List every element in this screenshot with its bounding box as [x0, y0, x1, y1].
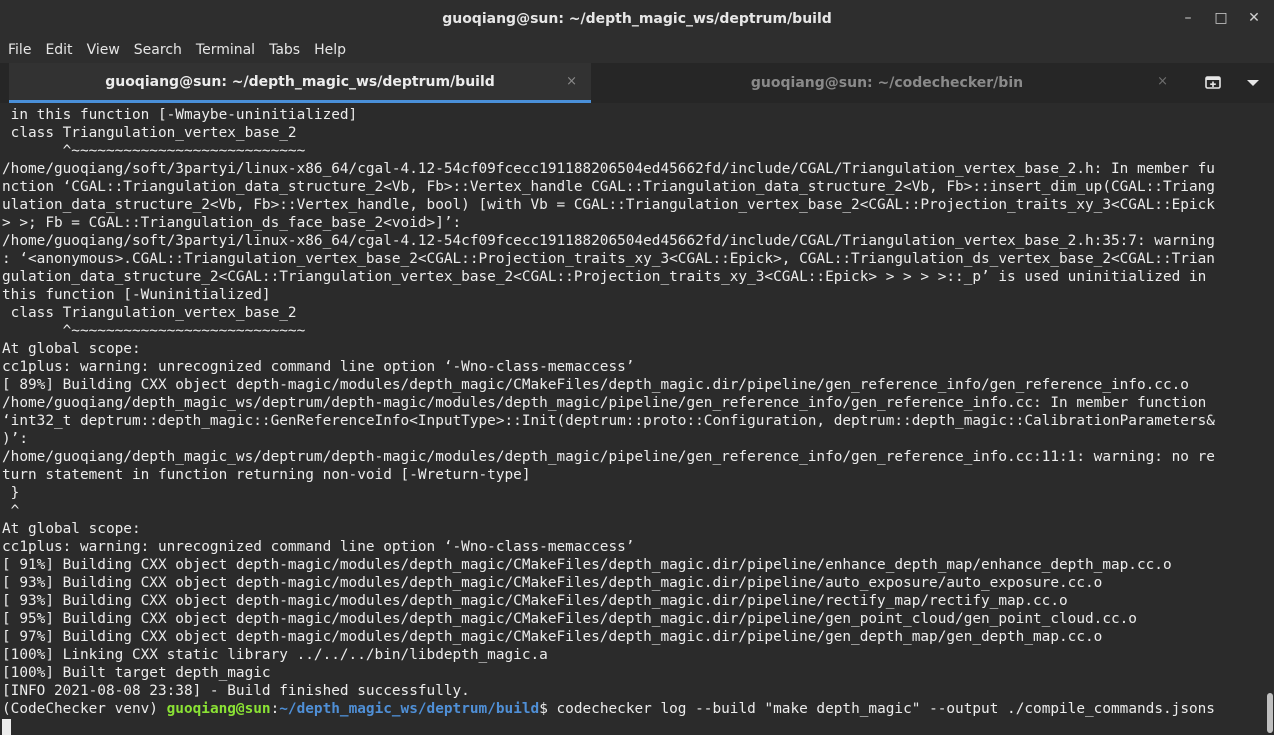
tab-bar: guoqiang@sun: ~/depth_magic_ws/deptrum/b… — [0, 63, 1274, 103]
terminal-line: turn statement in function returning non… — [2, 467, 531, 483]
terminal-line: At global scope: — [2, 341, 141, 357]
terminal-line: ^~~~~~~~~~~~~~~~~~~~~~~~~~~~ — [2, 323, 306, 339]
new-tab-icon — [1205, 76, 1221, 89]
new-tab-button[interactable] — [1200, 71, 1226, 95]
terminal-line: : ‘<anonymous>.CGAL::Triangulation_verte… — [2, 251, 1215, 267]
terminal-line: this function [-Wuninitialized] — [2, 287, 271, 303]
terminal-line: class Triangulation_vertex_base_2 — [2, 125, 297, 141]
menu-view[interactable]: View — [80, 42, 127, 58]
title-bar: guoqiang@sun: ~/depth_magic_ws/deptrum/b… — [0, 0, 1274, 37]
terminal-line: [100%] Built target depth_magic — [2, 665, 271, 681]
prompt-dollar: $ — [539, 701, 557, 717]
window-title: guoqiang@sun: ~/depth_magic_ws/deptrum/b… — [442, 10, 832, 27]
terminal-line: [ 93%] Building CXX object depth-magic/m… — [2, 593, 1068, 609]
terminal-line: [ 97%] Building CXX object depth-magic/m… — [2, 629, 1103, 645]
menu-bar: File Edit View Search Terminal Tabs Help — [0, 37, 1274, 63]
terminal-line: [ 95%] Building CXX object depth-magic/m… — [2, 611, 1137, 627]
menu-terminal[interactable]: Terminal — [189, 42, 262, 58]
scrollbar-thumb[interactable] — [1267, 693, 1273, 733]
terminal-line: ^~~~~~~~~~~~~~~~~~~~~~~~~~~~ — [2, 143, 306, 159]
terminal-line: /home/guoqiang/soft/3partyi/linux-x86_64… — [2, 161, 1215, 177]
tab-close-icon[interactable]: × — [1157, 74, 1168, 89]
prompt-path: ~/depth_magic_ws/deptrum/build — [279, 701, 540, 717]
terminal-line: cc1plus: warning: unrecognized command l… — [2, 359, 635, 375]
close-button[interactable]: ✕ — [1242, 6, 1266, 30]
menu-help[interactable]: Help — [307, 42, 353, 58]
menu-edit[interactable]: Edit — [38, 42, 79, 58]
prompt-command: codechecker log --build "make depth_magi… — [556, 701, 1215, 717]
terminal-line: [ 89%] Building CXX object depth-magic/m… — [2, 377, 1189, 393]
terminal-line: ulation_data_structure_2<Vb, Fb>::Vertex… — [2, 197, 1215, 213]
prompt-user: guoqiang@sun — [166, 701, 271, 717]
terminal-line: cc1plus: warning: unrecognized command l… — [2, 539, 635, 555]
terminal-line: [INFO 2021-08-08 23:38] - Build finished… — [2, 683, 470, 699]
tab-close-icon[interactable]: × — [566, 74, 577, 89]
terminal-line: > >; Fb = CGAL::Triangulation_ds_face_ba… — [2, 215, 462, 231]
tab-codechecker[interactable]: guoqiang@sun: ~/codechecker/bin × — [592, 63, 1182, 103]
tab-menu-button[interactable] — [1240, 71, 1266, 95]
menu-tabs[interactable]: Tabs — [262, 42, 307, 58]
terminal-output[interactable]: in this function [-Wmaybe-uninitialized]… — [0, 103, 1266, 735]
prompt-separator: : — [270, 701, 280, 717]
menu-search[interactable]: Search — [127, 42, 189, 58]
terminal-line: [100%] Linking CXX static library ../../… — [2, 647, 548, 663]
terminal-line: gulation_data_structure_2<CGAL::Triangul… — [2, 269, 1207, 285]
terminal-line: in this function [-Wmaybe-uninitialized] — [2, 107, 358, 123]
input-line[interactable] — [2, 718, 1266, 735]
terminal-line: [ 91%] Building CXX object depth-magic/m… — [2, 557, 1172, 573]
terminal-line: ^ — [2, 503, 20, 519]
prompt-venv: (CodeChecker venv) — [2, 701, 167, 717]
prompt-line: (CodeChecker venv) guoqiang@sun:~/depth_… — [2, 700, 1266, 718]
terminal-line: [ 93%] Building CXX object depth-magic/m… — [2, 575, 1103, 591]
terminal-line: At global scope: — [2, 521, 141, 537]
terminal-line: /home/guoqiang/soft/3partyi/linux-x86_64… — [2, 233, 1215, 249]
menu-file[interactable]: File — [0, 42, 38, 58]
terminal-line: ‘int32_t deptrum::depth_magic::GenRefere… — [2, 413, 1215, 429]
tab-label: guoqiang@sun: ~/codechecker/bin — [750, 75, 1024, 91]
terminal-line: /home/guoqiang/depth_magic_ws/deptrum/de… — [2, 449, 1215, 465]
tab-label: guoqiang@sun: ~/depth_magic_ws/deptrum/b… — [105, 73, 495, 90]
terminal-line: nction ‘CGAL::Triangulation_data_structu… — [2, 179, 1215, 195]
terminal-line: class Triangulation_vertex_base_2 — [2, 305, 297, 321]
terminal-line: )’: — [2, 431, 28, 447]
scrollbar[interactable] — [1266, 103, 1274, 735]
terminal-line: /home/guoqiang/depth_magic_ws/deptrum/de… — [2, 395, 1207, 411]
tab-build[interactable]: guoqiang@sun: ~/depth_magic_ws/deptrum/b… — [9, 63, 591, 103]
chevron-down-icon — [1247, 80, 1259, 86]
maximize-button[interactable]: □ — [1209, 6, 1233, 30]
terminal-line: } — [2, 485, 20, 501]
minimize-button[interactable]: – — [1176, 6, 1200, 30]
text-cursor — [2, 719, 11, 735]
